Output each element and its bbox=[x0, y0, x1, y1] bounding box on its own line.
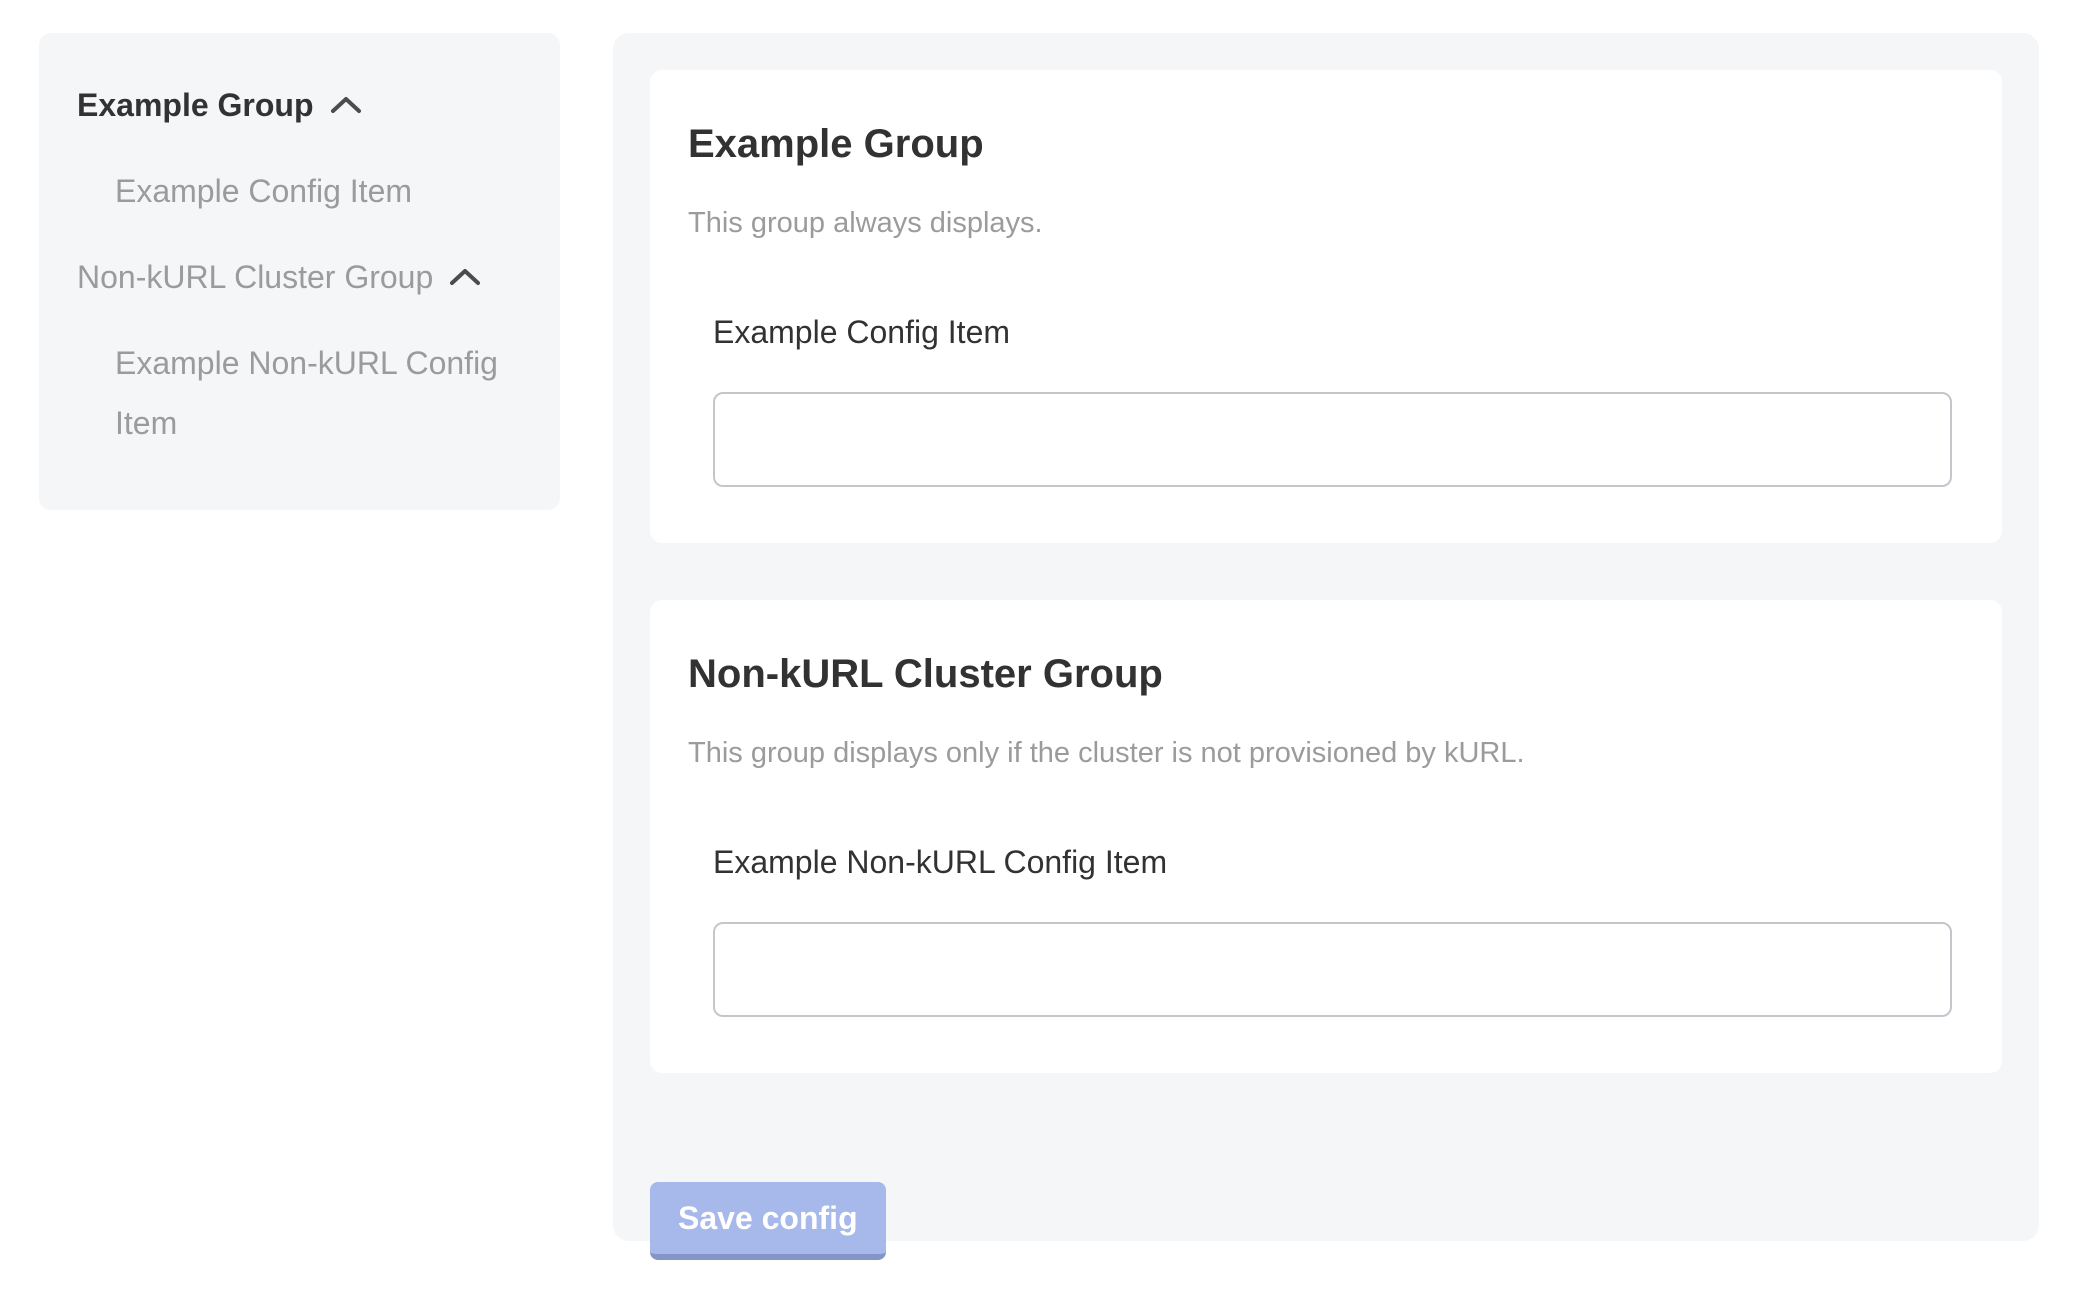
sidebar-group-example-group[interactable]: Example Group bbox=[77, 75, 522, 135]
config-group-card-example-group: Example Group This group always displays… bbox=[650, 70, 2002, 543]
example-non-kurl-config-item-input[interactable] bbox=[713, 922, 1952, 1017]
config-item-label: Example Config Item bbox=[713, 312, 1952, 352]
group-description: This group displays only if the cluster … bbox=[688, 735, 1952, 771]
sidebar-group-label: Non-kURL Cluster Group bbox=[77, 247, 433, 307]
sidebar-item-example-config-item[interactable]: Example Config Item bbox=[115, 161, 522, 221]
group-title: Example Group bbox=[688, 120, 1952, 168]
chevron-up-icon[interactable] bbox=[449, 267, 481, 287]
sidebar-group-non-kurl-cluster-group[interactable]: Non-kURL Cluster Group bbox=[77, 247, 522, 307]
group-title: Non-kURL Cluster Group bbox=[688, 650, 1952, 698]
chevron-up-icon[interactable] bbox=[330, 95, 362, 115]
example-config-item-input[interactable] bbox=[713, 392, 1952, 487]
config-main-panel: Example Group This group always displays… bbox=[613, 33, 2039, 1241]
sidebar-group-label: Example Group bbox=[77, 75, 314, 135]
config-item: Example Config Item bbox=[713, 312, 1952, 487]
config-page: Example Group Example Config Item Non-kU… bbox=[0, 0, 2084, 1302]
config-item: Example Non-kURL Config Item bbox=[713, 842, 1952, 1017]
sidebar-item-example-non-kurl-config-item[interactable]: Example Non-kURL Config Item bbox=[115, 333, 522, 453]
save-config-button[interactable]: Save config bbox=[650, 1182, 886, 1260]
group-description: This group always displays. bbox=[688, 205, 1952, 241]
config-item-label: Example Non-kURL Config Item bbox=[713, 842, 1952, 882]
config-sidebar: Example Group Example Config Item Non-kU… bbox=[39, 33, 560, 510]
config-group-card-non-kurl-cluster-group: Non-kURL Cluster Group This group displa… bbox=[650, 600, 2002, 1073]
